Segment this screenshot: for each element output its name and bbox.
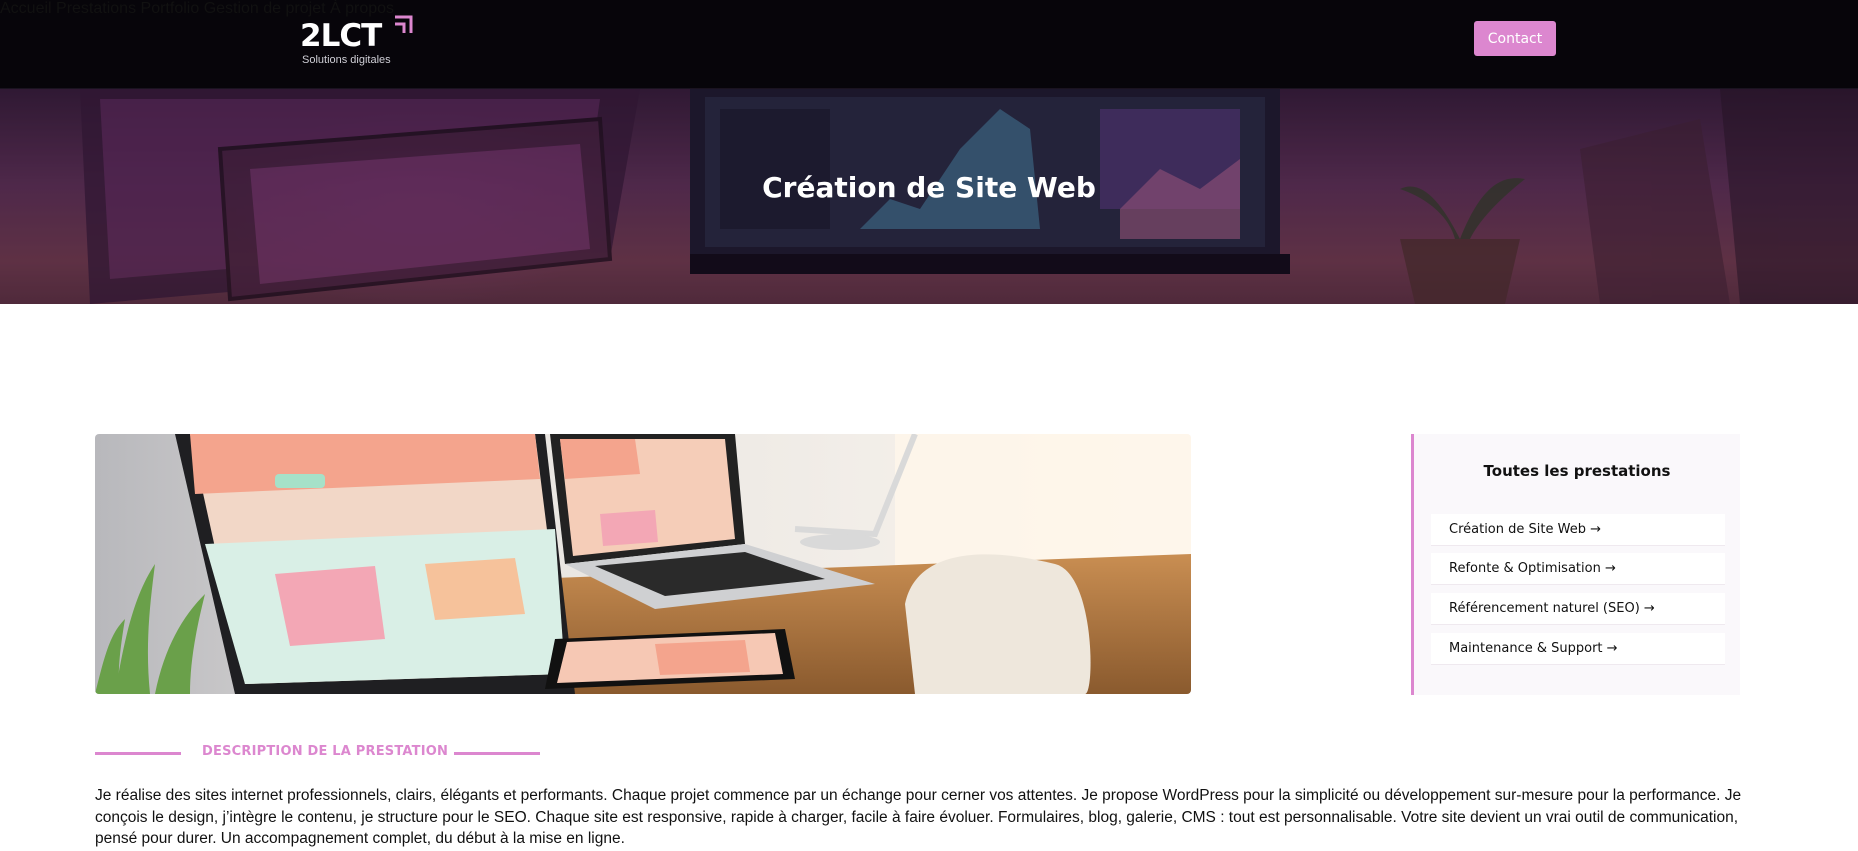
services-sidebar: Toutes les prestations Création de Site … [1411,434,1740,695]
contact-button[interactable]: Contact [1474,21,1556,56]
logo-tagline: Solutions digitales [302,54,391,66]
sidebar-title: Toutes les prestations [1483,462,1671,480]
nav-prestations[interactable]: Prestations [56,0,136,17]
logo-text: 2LCT [300,18,382,54]
description-heading: DESCRIPTION DE LA PRESTATION [202,744,449,759]
nav-accueil[interactable]: Accueil [0,0,52,17]
heading-divider-left [95,752,181,755]
logo[interactable]: 2LCT Solutions digitales [300,14,420,74]
sidebar-link-creation-site-web[interactable]: Création de Site Web → [1431,514,1725,546]
arrow-logo-icon [395,15,413,33]
hero-banner: Création de Site Web [0,89,1858,304]
description-body: Je réalise des sites internet profession… [95,787,1742,847]
heading-divider-right [454,752,540,755]
sidebar-link-refonte-optimisation[interactable]: Refonte & Optimisation → [1431,553,1725,585]
page-title: Création de Site Web [762,171,1096,204]
service-image [95,434,1191,694]
sidebar-link-referencement-seo[interactable]: Référencement naturel (SEO) → [1431,593,1725,625]
nav-portfolio[interactable]: Portfolio [141,0,200,17]
devices-illustration [95,434,1191,694]
site-header: 2LCT Solutions digitales Accueil Prestat… [0,0,1858,89]
sidebar-link-maintenance-support[interactable]: Maintenance & Support → [1431,633,1725,665]
